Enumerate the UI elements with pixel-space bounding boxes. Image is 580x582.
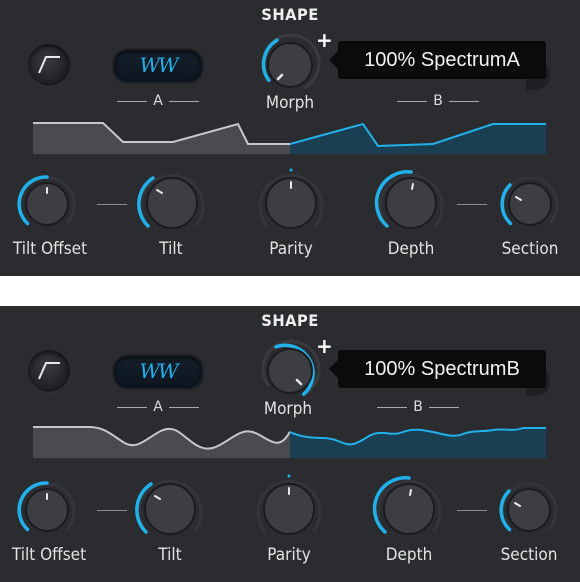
filter-shape-button[interactable]: [28, 350, 70, 392]
sublabel-b: B: [378, 93, 498, 109]
section-label: Section: [500, 545, 558, 565]
section-knob[interactable]: [498, 172, 562, 236]
shape-panel-spectrum-a: SHAPE WW A + Morph B 100% SpectrumA Tilt…: [0, 0, 580, 276]
sublabel-a: A: [98, 93, 218, 109]
section-knob[interactable]: [497, 478, 561, 542]
morph-knob[interactable]: [255, 30, 325, 100]
add-morph-target[interactable]: +: [316, 334, 333, 358]
depth-knob[interactable]: [372, 472, 446, 546]
section-label: Section: [501, 239, 559, 259]
waveform-select-button[interactable]: WW: [114, 356, 202, 388]
link-dash: [97, 510, 127, 511]
tilt-offset-label: Tilt Offset: [11, 545, 87, 565]
parity-knob[interactable]: [252, 472, 326, 546]
tilt-offset-knob[interactable]: [15, 172, 79, 236]
spectrum-waveform-display: [33, 426, 546, 458]
tilt-label: Tilt: [158, 545, 182, 565]
add-morph-target[interactable]: +: [316, 28, 333, 52]
morph-label: Morph: [265, 93, 315, 113]
filter-curve-icon: [38, 56, 60, 74]
depth-label: Depth: [385, 545, 433, 565]
parity-knob[interactable]: [254, 166, 328, 240]
tilt-offset-knob[interactable]: [15, 478, 79, 542]
shape-panel-spectrum-b: SHAPE WW A + Morph B 100% SpectrumB Tilt…: [0, 306, 580, 582]
filter-shape-button[interactable]: [28, 44, 70, 86]
section-title: SHAPE: [261, 311, 319, 330]
depth-knob[interactable]: [374, 166, 448, 240]
link-dash: [457, 204, 487, 205]
tilt-knob[interactable]: [133, 472, 207, 546]
depth-label: Depth: [387, 239, 435, 259]
tilt-label: Tilt: [159, 239, 183, 259]
link-dash: [97, 204, 127, 205]
filter-curve-icon: [38, 362, 60, 380]
sublabel-b: B: [358, 399, 478, 415]
morph-tooltip: 100% SpectrumA: [329, 41, 546, 79]
morph-knob[interactable]: [255, 336, 325, 406]
morph-label: Morph: [263, 399, 313, 419]
tilt-knob[interactable]: [135, 166, 209, 240]
morph-tooltip: 100% SpectrumB: [329, 350, 546, 388]
link-dash: [457, 510, 487, 511]
spectrum-waveform-display: [33, 122, 546, 154]
section-title: SHAPE: [261, 5, 319, 24]
tilt-offset-label: Tilt Offset: [12, 239, 88, 259]
parity-label: Parity: [269, 239, 313, 259]
waveform-select-button[interactable]: WW: [114, 50, 202, 82]
parity-label: Parity: [267, 545, 311, 565]
sublabel-a: A: [98, 399, 218, 415]
